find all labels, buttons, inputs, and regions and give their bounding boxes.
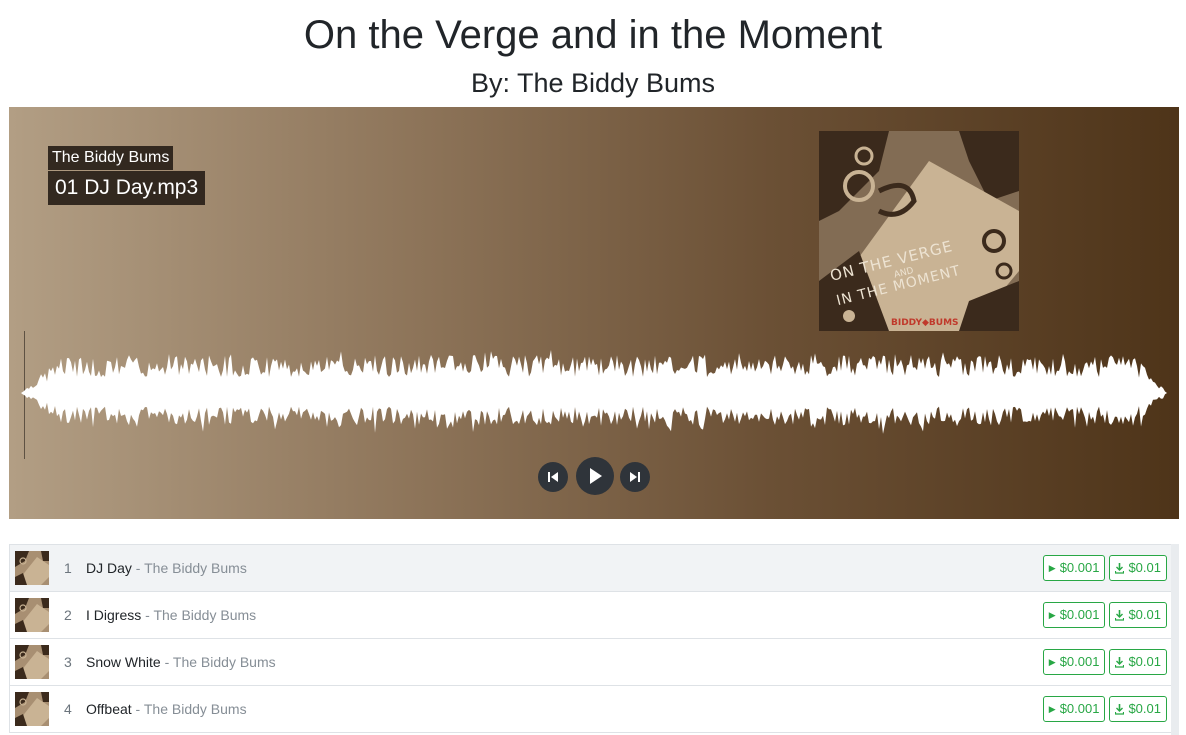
play-icon xyxy=(590,468,602,484)
play-icon: ▶ xyxy=(1048,563,1056,573)
track-title: Offbeat xyxy=(86,701,132,717)
track-title-line[interactable]: Offbeat - The Biddy Bums xyxy=(86,686,247,732)
album-cover: ON THE VERGE AND IN THE MOMENT BIDDY◆BUM… xyxy=(819,131,1019,331)
download-icon xyxy=(1115,703,1125,715)
tracklist-scrollbar[interactable] xyxy=(1171,544,1179,735)
track-thumbnail xyxy=(15,551,49,585)
page-subtitle: By: The Biddy Bums xyxy=(470,68,716,98)
track-purchase-buttons: ▶ $0.001 $0.01 xyxy=(1042,696,1167,722)
download-price-button[interactable]: $0.01 xyxy=(1109,555,1167,581)
track-thumbnail xyxy=(15,598,49,632)
audio-player: The Biddy Bums 01 DJ Day.mp3 ON THE VERG… xyxy=(9,107,1179,519)
skip-previous-icon xyxy=(548,472,558,482)
stream-price-button[interactable]: ▶ $0.001 xyxy=(1042,696,1106,722)
waveform[interactable] xyxy=(21,347,1167,437)
track-row[interactable]: 3 Snow White - The Biddy Bums ▶ $0.001 $… xyxy=(9,639,1171,686)
download-price: $0.01 xyxy=(1128,654,1161,669)
next-track-button[interactable] xyxy=(620,462,650,492)
track-list: 1 DJ Day - The Biddy Bums ▶ $0.001 $0.01 xyxy=(9,544,1171,733)
track-row[interactable]: 1 DJ Day - The Biddy Bums ▶ $0.001 $0.01 xyxy=(9,545,1171,592)
track-title-line[interactable]: I Digress - The Biddy Bums xyxy=(86,592,256,638)
track-title-line[interactable]: Snow White - The Biddy Bums xyxy=(86,639,276,685)
track-purchase-buttons: ▶ $0.001 $0.01 xyxy=(1042,555,1167,581)
download-icon xyxy=(1115,656,1125,668)
play-icon: ▶ xyxy=(1048,610,1056,620)
track-artist: The Biddy Bums xyxy=(143,701,247,717)
track-separator: - xyxy=(131,701,144,717)
track-number: 2 xyxy=(64,607,72,623)
track-title: I Digress xyxy=(86,607,142,623)
playback-controls xyxy=(538,457,650,497)
stream-price-button[interactable]: ▶ $0.001 xyxy=(1042,555,1106,581)
page-title: On the Verge and in the Moment xyxy=(303,13,883,57)
track-separator: - xyxy=(160,654,173,670)
track-thumbnail xyxy=(15,645,49,679)
skip-next-icon xyxy=(630,472,640,482)
track-thumbnail xyxy=(15,692,49,726)
track-artist: The Biddy Bums xyxy=(153,607,257,623)
track-artist: The Biddy Bums xyxy=(144,560,247,576)
download-price-button[interactable]: $0.01 xyxy=(1109,649,1167,675)
track-number: 3 xyxy=(64,654,72,670)
track-purchase-buttons: ▶ $0.001 $0.01 xyxy=(1042,602,1167,628)
download-icon xyxy=(1115,609,1125,621)
download-price: $0.01 xyxy=(1128,560,1161,575)
track-title: Snow White xyxy=(86,654,161,670)
download-price: $0.01 xyxy=(1128,607,1161,622)
track-number: 1 xyxy=(64,560,72,576)
player-artist-label: The Biddy Bums xyxy=(48,146,174,170)
track-row[interactable]: 2 I Digress - The Biddy Bums ▶ $0.001 $0… xyxy=(9,592,1171,639)
play-icon: ▶ xyxy=(1048,704,1056,714)
track-separator: - xyxy=(141,607,154,623)
track-number: 4 xyxy=(64,701,72,717)
download-price-button[interactable]: $0.01 xyxy=(1109,696,1167,722)
track-title-line[interactable]: DJ Day - The Biddy Bums xyxy=(86,545,247,591)
stream-price-button[interactable]: ▶ $0.001 xyxy=(1042,649,1106,675)
download-price: $0.01 xyxy=(1128,701,1161,716)
track-separator: - xyxy=(131,560,145,576)
play-button[interactable] xyxy=(576,457,614,495)
download-icon xyxy=(1115,562,1125,574)
stream-price: $0.001 xyxy=(1059,560,1100,575)
track-row[interactable]: 4 Offbeat - The Biddy Bums ▶ $0.001 $0.0… xyxy=(9,686,1171,733)
track-purchase-buttons: ▶ $0.001 $0.01 xyxy=(1042,649,1167,675)
track-title: DJ Day xyxy=(86,560,132,576)
stream-price: $0.001 xyxy=(1059,607,1100,622)
track-artist: The Biddy Bums xyxy=(172,654,276,670)
previous-track-button[interactable] xyxy=(538,462,568,492)
stream-price-button[interactable]: ▶ $0.001 xyxy=(1042,602,1106,628)
download-price-button[interactable]: $0.01 xyxy=(1109,602,1167,628)
stream-price: $0.001 xyxy=(1059,701,1100,716)
cover-logo: BIDDY◆BUMS xyxy=(891,318,959,328)
stream-price: $0.001 xyxy=(1059,654,1100,669)
play-icon: ▶ xyxy=(1048,657,1056,667)
now-playing-label: 01 DJ Day.mp3 xyxy=(48,171,206,205)
